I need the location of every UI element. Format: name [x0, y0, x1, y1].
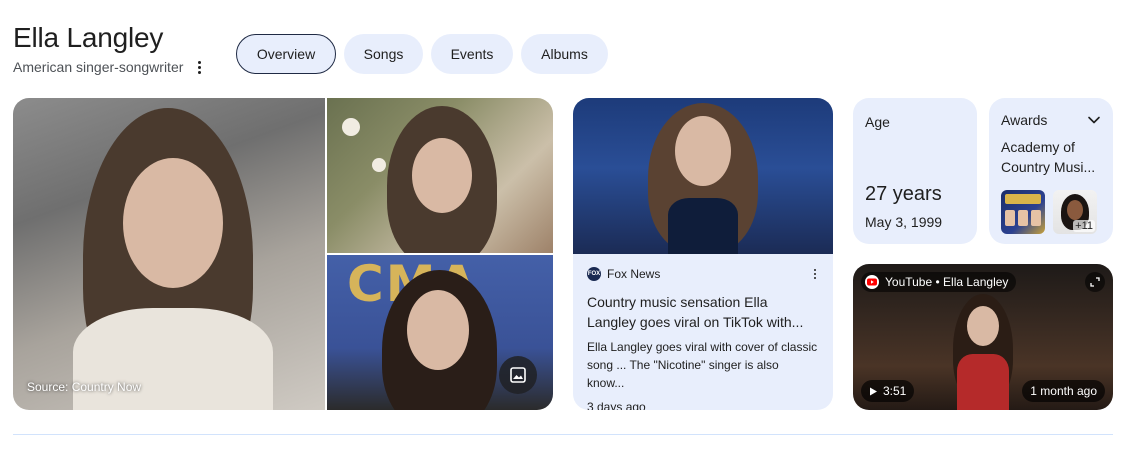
- face-shape: [1067, 200, 1083, 220]
- awards-label: Awards: [1001, 112, 1048, 128]
- news-source: Fox News: [607, 267, 661, 281]
- entity-subtitle-row: American singer-songwriter: [13, 59, 205, 75]
- youtube-video-card[interactable]: YouTube • Ella Langley 3:51 1 month ago: [853, 264, 1113, 410]
- entity-description: American singer-songwriter: [13, 59, 184, 75]
- age-value: 27 years: [865, 183, 942, 205]
- awards-text: Academy of Country Musi...: [1001, 139, 1096, 175]
- dress-shape: [957, 354, 1009, 410]
- section-divider: [13, 434, 1113, 435]
- expand-icon[interactable]: [1085, 272, 1105, 292]
- more-options-icon[interactable]: [193, 59, 205, 75]
- award-face-shape: [1018, 210, 1028, 226]
- award-thumbnail[interactable]: [1001, 190, 1045, 234]
- youtube-icon: [865, 275, 879, 289]
- image-icon[interactable]: [499, 356, 537, 394]
- video-duration: 3:51: [883, 384, 907, 398]
- tab-albums[interactable]: Albums: [521, 34, 608, 74]
- video-source-badge: YouTube • Ella Langley: [861, 272, 1017, 292]
- flower-shape: [342, 118, 360, 136]
- tab-overview[interactable]: Overview: [236, 34, 336, 74]
- play-icon: [870, 387, 877, 395]
- face-shape: [123, 158, 223, 288]
- news-card[interactable]: FOX Fox News Country music sensation Ell…: [573, 98, 833, 410]
- face-shape: [967, 306, 999, 346]
- more-awards-count: +11: [1073, 220, 1095, 232]
- age-label: Age: [865, 114, 890, 130]
- video-duration-badge: 3:51: [861, 380, 915, 402]
- entity-header: Ella Langley American singer-songwriter: [13, 22, 205, 75]
- face-shape: [675, 116, 731, 186]
- news-snippet: Ella Langley goes viral with cover of cl…: [587, 340, 818, 390]
- image-source-label: Source: Country Now: [27, 380, 142, 394]
- video-age: 1 month ago: [1030, 384, 1097, 398]
- fox-news-icon: FOX: [587, 267, 601, 281]
- dress-shape: [668, 198, 738, 254]
- award-face-shape: [1031, 210, 1041, 226]
- image-top-right[interactable]: [327, 98, 553, 253]
- entity-tabs: Overview Songs Events Albums: [236, 34, 608, 74]
- video-age-badge: 1 month ago: [1022, 380, 1105, 402]
- award-thumbnail[interactable]: +11: [1053, 190, 1097, 234]
- expand-glyph: [1090, 277, 1100, 287]
- news-source-row: FOX Fox News: [587, 267, 819, 281]
- video-source: YouTube • Ella Langley: [885, 275, 1009, 289]
- tab-songs[interactable]: Songs: [344, 34, 423, 74]
- chevron-down-icon[interactable]: [1087, 113, 1101, 127]
- tab-events[interactable]: Events: [431, 34, 513, 74]
- main-image[interactable]: Source: Country Now: [13, 98, 325, 410]
- age-card: Age 27 years May 3, 1999: [853, 98, 977, 244]
- awards-header: Awards: [1001, 112, 1101, 128]
- image-glyph: [510, 367, 526, 383]
- news-time: 3 days ago: [587, 400, 646, 410]
- shirt-shape: [73, 308, 273, 410]
- news-headline[interactable]: Country music sensation Ella Langley goe…: [587, 292, 819, 332]
- face-shape: [407, 290, 469, 370]
- award-thumbnails: +11: [1001, 190, 1097, 234]
- youtube-play-glyph: [867, 278, 877, 286]
- news-body: FOX Fox News Country music sensation Ell…: [573, 254, 833, 410]
- news-more-icon[interactable]: [811, 269, 819, 279]
- image-bottom-right[interactable]: CMA: [327, 255, 553, 410]
- birth-date: May 3, 1999: [865, 214, 943, 230]
- awards-card[interactable]: Awards Academy of Country Musi... +11: [989, 98, 1113, 244]
- award-face-shape: [1005, 210, 1015, 226]
- flower-shape: [372, 158, 386, 172]
- entity-title: Ella Langley: [13, 22, 164, 53]
- face-shape: [412, 138, 472, 213]
- news-image: [573, 98, 833, 254]
- award-banner-shape: [1005, 194, 1041, 204]
